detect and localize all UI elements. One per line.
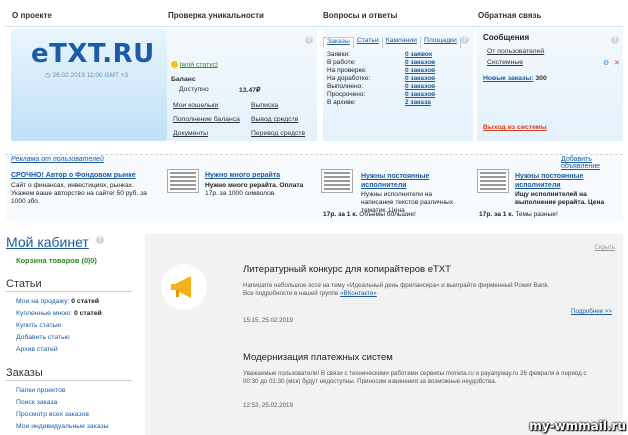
news-title[interactable]: Литературный конкурс для копирайтеров eT… [243,264,451,275]
user-ads-header[interactable]: Реклама от пользователей [11,156,104,163]
my-status-link[interactable]: [мой статус] [180,61,218,68]
search-order-link[interactable]: Поиск заказа [16,399,57,406]
news-text: Уважаемые пользователи! В связи с технич… [243,370,587,385]
logout-link[interactable]: Выход из системы [483,124,547,131]
help-icon[interactable]: ? [461,36,469,44]
ad-title[interactable]: Нужны постоянные исполнители [515,172,615,190]
news-date: 12:53, 25.02.2019 [243,402,293,409]
documents-link[interactable]: Документы [173,130,208,137]
news-panel: Скрыть Литературный конкурс для копирайт… [145,234,623,435]
balance-panel: ? [мой статус] Баланс Доступно 13.47₽ Мо… [167,29,317,141]
watermark: my-wmmail.ru [529,419,626,433]
tab-articles[interactable]: Статьи [354,37,383,48]
smiley-icon [171,61,178,68]
withdraw-link[interactable]: Вывод средств [251,116,298,123]
megaphone-icon [161,264,207,310]
top-nav: О проекте Проверка уникальности Вопросы … [0,0,628,26]
news-text: Напишите небольшое эссе на тему «Идеальн… [243,282,550,297]
add-ad-link[interactable]: Добавить объявление [561,156,623,170]
messages-title: Сообщения [483,33,530,42]
tab-orders[interactable]: Заказы [323,37,354,48]
my-for-sale-link[interactable]: Мои на продажу: [16,298,69,305]
orders-tabs: Заказы Статьи Кампании Площадки [323,37,461,48]
order-count-link[interactable]: 0 заказов [405,67,445,75]
messages-panel: ? Сообщения От пользователей Системные ⚙… [477,29,623,141]
system-messages-link[interactable]: Системные [487,59,523,66]
project-folders-link[interactable]: Папки проектов [16,387,66,394]
new-orders-count: 300 [535,75,547,82]
server-datetime: ◷ 26.02.2019 11:00 GMT +3 [45,72,128,79]
orders-row: Выполнено: 0 заказов [327,83,445,91]
bought-articles-link[interactable]: Купленные мною: [16,310,72,317]
cart-link[interactable]: Корзина товаров (0|0) [16,256,97,265]
ad-title[interactable]: Нужны постоянные исполнители [361,172,461,190]
order-count-link[interactable]: 0 заказов [405,91,445,99]
order-count-link[interactable]: 0 заказов [405,59,445,67]
new-orders-link[interactable]: Новые заказы: [483,75,534,82]
add-article-link[interactable]: Добавить статью [16,334,70,341]
nav-feedback[interactable]: Обратная связь [478,11,541,20]
close-icon[interactable]: ✕ [614,59,620,67]
orders-panel: ? Заказы Статьи Кампании Площадки Заявки… [323,29,473,141]
order-count-link[interactable]: 0 заказов [405,83,445,91]
ad-thumbnail[interactable] [477,169,509,193]
help-icon[interactable]: ? [305,36,313,44]
user-messages-link[interactable]: От пользователей [487,48,544,55]
news-title[interactable]: Модернизация платежных систем [243,352,393,363]
order-count-link[interactable]: 2 заказа [405,99,445,107]
articles-section-title: Статьи [6,278,42,290]
orders-stats: Заявки: 0 заявок В работе: 0 заказов На пр… [327,51,445,107]
etxt-logo: eTXT.RU [31,39,155,69]
top-up-balance-link[interactable]: Пополнение баланса [173,116,240,123]
read-more-link[interactable]: Подробнее >> [571,308,612,315]
hide-news-link[interactable]: Скрыть [595,245,615,251]
vk-link[interactable]: «ВКонтакте» [340,290,377,297]
ad-thumbnail[interactable] [167,169,199,193]
divider [6,291,132,292]
available-value: 13.47₽ [239,87,261,94]
my-cabinet-link[interactable]: Мой кабинет [6,234,89,250]
available-label: Доступно [179,86,209,93]
ad-title[interactable]: Нужно много рерайта [205,172,280,179]
balance-label: Баланс [171,76,196,83]
orders-row: Просрочено: 0 заказов [327,91,445,99]
ad-title[interactable]: СРОЧНО! Автор о Фондовом рынке [11,172,136,179]
logo-panel[interactable]: eTXT.RU ◷ 26.02.2019 11:00 GMT +3 [11,29,167,141]
ad-text: Сайт о финансах, инвестициях, рынках. Ук… [11,182,147,205]
order-count-link[interactable]: 0 заказов [405,75,445,83]
settings-icon[interactable]: ⚙ [603,59,609,67]
orders-section-title: Заказы [6,367,43,379]
statement-link[interactable]: Выписка [251,102,278,109]
order-count-link[interactable]: 0 заявок [405,51,445,59]
ad-thumbnail[interactable] [321,169,353,193]
orders-row: На проверке: 0 заказов [327,67,445,75]
individual-orders-link[interactable]: Мои индивидуальные заказы [16,423,109,430]
transfer-link[interactable]: Перевод средств [251,130,305,137]
help-icon[interactable]: ? [96,234,104,244]
my-wallets-link[interactable]: Мои кошельки [173,102,218,109]
article-archive-link[interactable]: Архив статей [16,346,58,353]
user-header: eTXT.RU ◷ 26.02.2019 11:00 GMT +3 ? [мой… [5,26,623,145]
orders-row: В архиве: 2 заказа [327,99,445,107]
user-ads-block: Реклама от пользователей → Добавить объя… [5,154,623,221]
buy-article-link[interactable]: Купить статью [16,322,61,329]
tab-campaigns[interactable]: Кампании [383,37,421,48]
nav-questions-answers[interactable]: Вопросы и ответы [323,11,397,20]
nav-uniqueness-check[interactable]: Проверка уникальности [168,11,264,20]
orders-row: На доработке: 0 заказов [327,75,445,83]
orders-row: Заявки: 0 заявок [327,51,445,59]
divider [6,380,132,381]
tab-platforms[interactable]: Площадки [421,37,461,48]
all-orders-link[interactable]: Просмотр всех заказов [16,411,89,418]
nav-about[interactable]: О проекте [12,11,52,20]
news-date: 15:15, 25.02.2019 [243,317,293,324]
arrow-right-icon: → [93,156,100,163]
orders-row: В работе: 0 заказов [327,59,445,67]
help-icon[interactable]: ? [611,36,619,44]
